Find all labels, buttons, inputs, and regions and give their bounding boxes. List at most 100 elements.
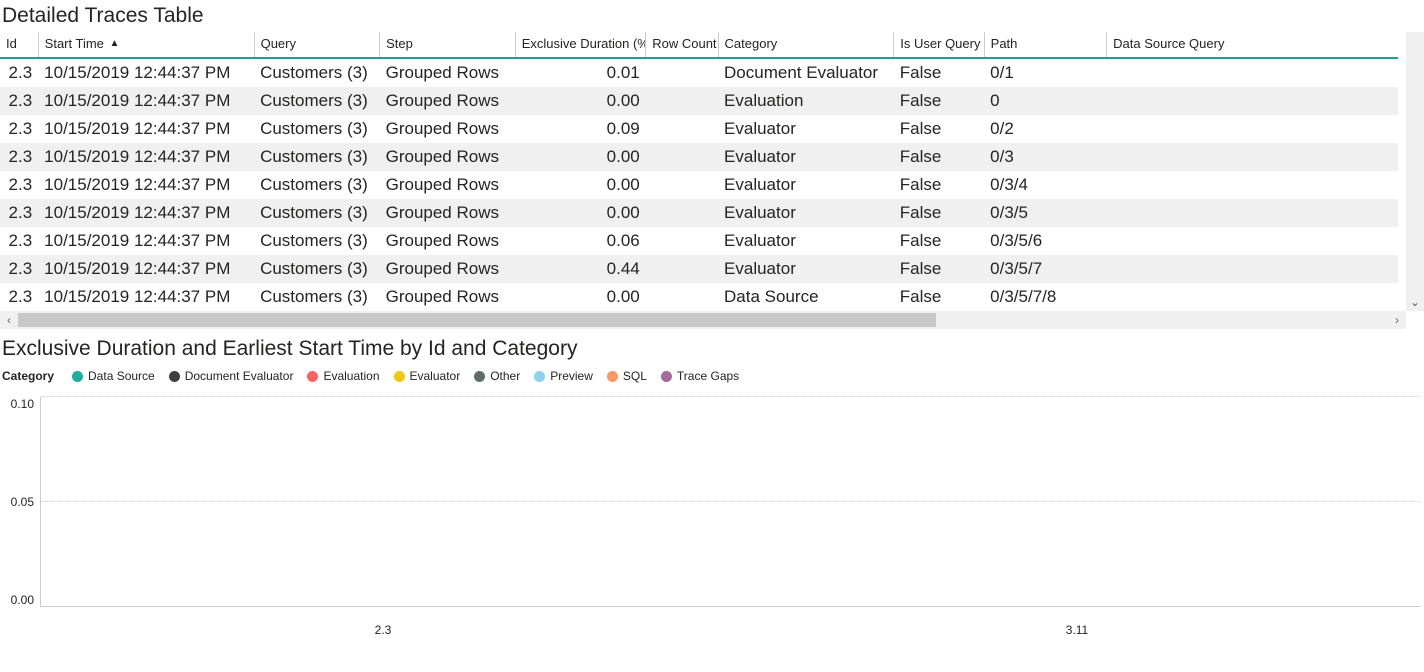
legend-item-label: Other <box>490 369 520 383</box>
legend-item[interactable]: Document Evaluator <box>169 369 294 383</box>
horizontal-scrollbar[interactable]: ‹ › <box>0 311 1406 329</box>
table-cell: 0.00 <box>515 199 646 227</box>
table-cell <box>1107 58 1398 87</box>
table-cell: 0/3/5/7/8 <box>984 283 1107 311</box>
table-row[interactable]: 2.310/15/2019 12:44:37 PMCustomers (3)Gr… <box>0 58 1398 87</box>
chart-plot[interactable] <box>40 397 1420 607</box>
table-cell: Customers (3) <box>254 283 380 311</box>
scroll-down-icon[interactable]: ⌄ <box>1410 295 1420 311</box>
x-axis: 2.33.11 <box>36 619 1424 637</box>
legend-item-label: Trace Gaps <box>677 369 739 383</box>
legend-item[interactable]: Preview <box>534 369 593 383</box>
table-cell <box>646 199 718 227</box>
legend-item[interactable]: SQL <box>607 369 647 383</box>
table-cell: Document Evaluator <box>718 58 894 87</box>
chart-area: 0.10 0.05 0.00 <box>0 389 1424 619</box>
table-cell: 0.00 <box>515 87 646 115</box>
table-cell: 2.3 <box>0 283 38 311</box>
legend-item-label: Document Evaluator <box>185 369 294 383</box>
table-cell: False <box>894 143 984 171</box>
table-row[interactable]: 2.310/15/2019 12:44:37 PMCustomers (3)Gr… <box>0 255 1398 283</box>
legend-swatch-icon <box>394 371 405 382</box>
table-cell: False <box>894 199 984 227</box>
table-cell: 2.3 <box>0 87 38 115</box>
table-cell: 2.3 <box>0 143 38 171</box>
col-excl-dur[interactable]: Exclusive Duration (%) <box>515 32 646 58</box>
table-cell: 0/3 <box>984 143 1107 171</box>
legend-item[interactable]: Data Source <box>72 369 155 383</box>
table-row[interactable]: 2.310/15/2019 12:44:37 PMCustomers (3)Gr… <box>0 87 1398 115</box>
table-cell <box>1107 143 1398 171</box>
col-is-user[interactable]: Is User Query <box>894 32 984 58</box>
col-dsq[interactable]: Data Source Query <box>1107 32 1398 58</box>
table-row[interactable]: 2.310/15/2019 12:44:37 PMCustomers (3)Gr… <box>0 283 1398 311</box>
table-cell: Grouped Rows <box>380 171 516 199</box>
scroll-track[interactable] <box>18 311 1388 329</box>
legend-item[interactable]: Evaluator <box>394 369 461 383</box>
table-cell: Grouped Rows <box>380 143 516 171</box>
table-header-row: Id Start Time ▲ Query Step Exclusive Dur… <box>0 32 1398 58</box>
table-cell: 2.3 <box>0 227 38 255</box>
table-cell: 10/15/2019 12:44:37 PM <box>38 283 254 311</box>
table-cell: 2.3 <box>0 199 38 227</box>
table-cell: False <box>894 87 984 115</box>
col-path[interactable]: Path <box>984 32 1107 58</box>
table-cell <box>646 227 718 255</box>
col-start-time[interactable]: Start Time ▲ <box>38 32 254 58</box>
table-cell: 2.3 <box>0 171 38 199</box>
table-cell <box>646 143 718 171</box>
col-query[interactable]: Query <box>254 32 380 58</box>
chart-title: Exclusive Duration and Earliest Start Ti… <box>0 335 1424 367</box>
table-row[interactable]: 2.310/15/2019 12:44:37 PMCustomers (3)Gr… <box>0 199 1398 227</box>
table-row[interactable]: 2.310/15/2019 12:44:37 PMCustomers (3)Gr… <box>0 171 1398 199</box>
vertical-scrollbar[interactable]: ⌄ <box>1406 32 1424 311</box>
table-cell: Customers (3) <box>254 143 380 171</box>
table-cell: False <box>894 255 984 283</box>
bar-slot <box>41 397 731 606</box>
table-cell: 0/2 <box>984 115 1107 143</box>
legend-swatch-icon <box>307 371 318 382</box>
col-row-count[interactable]: Row Count <box>646 32 718 58</box>
table-cell <box>646 283 718 311</box>
table-cell <box>646 255 718 283</box>
table-cell: 0.00 <box>515 283 646 311</box>
table-cell <box>1107 255 1398 283</box>
table-cell: Customers (3) <box>254 171 380 199</box>
bar-slot <box>731 397 1421 606</box>
table-cell <box>1107 283 1398 311</box>
table-cell <box>1107 199 1398 227</box>
table-row[interactable]: 2.310/15/2019 12:44:37 PMCustomers (3)Gr… <box>0 227 1398 255</box>
legend-item[interactable]: Trace Gaps <box>661 369 739 383</box>
scroll-right-icon[interactable]: › <box>1388 313 1406 327</box>
table-cell: 10/15/2019 12:44:37 PM <box>38 58 254 87</box>
table-cell: 10/15/2019 12:44:37 PM <box>38 255 254 283</box>
table-row[interactable]: 2.310/15/2019 12:44:37 PMCustomers (3)Gr… <box>0 115 1398 143</box>
scroll-left-icon[interactable]: ‹ <box>0 313 18 327</box>
table-cell: 10/15/2019 12:44:37 PM <box>38 227 254 255</box>
table-cell: 0/3/5/6 <box>984 227 1107 255</box>
traces-table-wrap: Id Start Time ▲ Query Step Exclusive Dur… <box>0 32 1424 329</box>
table-cell <box>1107 87 1398 115</box>
legend-item-label: Preview <box>550 369 593 383</box>
col-category[interactable]: Category <box>718 32 894 58</box>
table-cell: Grouped Rows <box>380 255 516 283</box>
table-cell <box>1107 227 1398 255</box>
legend-item[interactable]: Evaluation <box>307 369 379 383</box>
table-cell: 10/15/2019 12:44:37 PM <box>38 87 254 115</box>
legend-item-label: Evaluation <box>323 369 379 383</box>
table-row[interactable]: 2.310/15/2019 12:44:37 PMCustomers (3)Gr… <box>0 143 1398 171</box>
table-cell: Evaluation <box>718 87 894 115</box>
table-cell: 2.3 <box>0 58 38 87</box>
table-cell: Evaluator <box>718 199 894 227</box>
col-id[interactable]: Id <box>0 32 38 58</box>
table-cell <box>646 171 718 199</box>
scroll-thumb[interactable] <box>18 313 936 327</box>
x-tick: 3.11 <box>730 619 1424 637</box>
table-cell: 0/3/5 <box>984 199 1107 227</box>
legend-item[interactable]: Other <box>474 369 520 383</box>
col-step[interactable]: Step <box>380 32 516 58</box>
table-cell: Evaluator <box>718 171 894 199</box>
y-tick: 0.10 <box>11 397 34 411</box>
table-cell: Evaluator <box>718 227 894 255</box>
table-cell <box>1107 115 1398 143</box>
